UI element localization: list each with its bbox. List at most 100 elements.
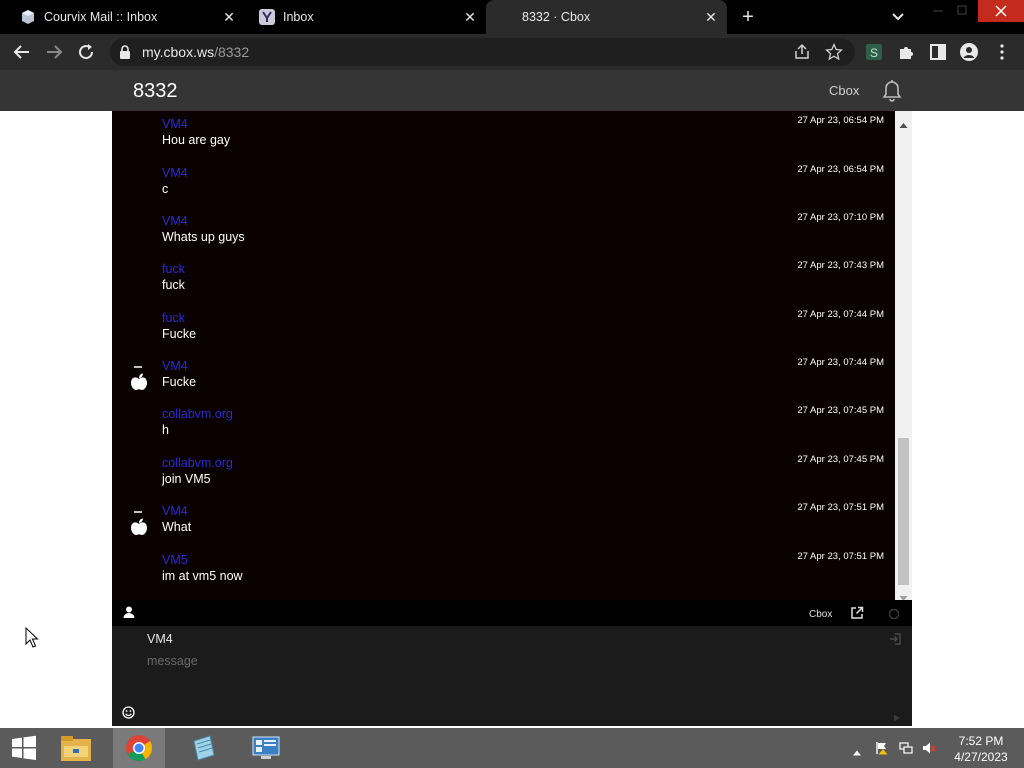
login-icon[interactable] — [889, 632, 901, 645]
message-timestamp: 27 Apr 23, 07:10 PM — [797, 212, 884, 223]
lock-icon[interactable] — [119, 45, 131, 59]
taskbar-file-explorer-icon[interactable] — [50, 728, 102, 768]
close-tab-icon[interactable]: ✕ — [221, 9, 237, 25]
nickname-field[interactable] — [147, 630, 847, 648]
message-text: join VM5 — [162, 472, 211, 486]
extension-s-icon[interactable]: S — [865, 43, 883, 61]
message-nick[interactable]: VM4 — [162, 504, 188, 518]
message-timestamp: 27 Apr 23, 07:44 PM — [797, 357, 884, 368]
message-nick[interactable]: VM4 — [162, 359, 188, 373]
message-input[interactable] — [147, 652, 847, 670]
chat-message: fuck Fucke 27 Apr 23, 07:44 PM — [112, 305, 895, 353]
forward-arrow-icon[interactable] — [44, 42, 64, 62]
message-nick[interactable]: fuck — [162, 262, 185, 276]
message-nick[interactable]: VM4 — [162, 214, 188, 228]
message-nick[interactable]: collabvm.org — [162, 456, 233, 470]
volume-muted-icon[interactable] — [922, 741, 936, 755]
tab-search-chevron-icon[interactable] — [889, 8, 907, 26]
message-text: What — [162, 520, 192, 534]
reload-icon[interactable] — [76, 42, 96, 62]
user-icon[interactable] — [122, 605, 136, 619]
scroll-up-arrow-icon[interactable] — [899, 116, 908, 128]
clock-date: 4/27/2023 — [954, 750, 1008, 764]
cbox-toolbar — [112, 600, 912, 626]
cbox-brand-link[interactable]: Cbox — [829, 83, 859, 98]
share-icon[interactable] — [793, 43, 811, 61]
taskbar-chrome-icon[interactable] — [113, 728, 165, 768]
close-tab-icon[interactable]: ✕ — [462, 9, 478, 25]
close-tab-icon[interactable]: ✕ — [703, 9, 719, 25]
close-window-icon[interactable] — [978, 0, 1024, 22]
courvix-favicon-icon — [20, 9, 36, 25]
bookmark-star-icon[interactable] — [824, 42, 844, 61]
send-arrow-icon[interactable] — [893, 709, 901, 722]
svg-text:S: S — [870, 46, 878, 60]
chat-message: VM4 c 27 Apr 23, 06:54 PM — [112, 160, 895, 208]
chat-message: collabvm.org join VM5 27 Apr 23, 07:45 P… — [112, 450, 895, 498]
action-center-flag-icon[interactable] — [875, 741, 889, 755]
network-icon[interactable] — [899, 741, 913, 755]
message-text: Whats up guys — [162, 230, 245, 244]
message-timestamp: 27 Apr 23, 07:43 PM — [797, 260, 884, 271]
extensions-puzzle-icon[interactable] — [897, 43, 915, 61]
message-timestamp: 27 Apr 23, 06:54 PM — [797, 115, 884, 126]
message-timestamp: 27 Apr 23, 07:44 PM — [797, 309, 884, 320]
message-text: c — [162, 182, 169, 196]
yahoo-favicon-icon — [259, 9, 275, 25]
mouse-cursor-icon — [25, 626, 39, 649]
new-tab-plus-icon[interactable]: + — [738, 7, 758, 27]
maximize-window-icon[interactable] — [945, 0, 979, 22]
message-nick[interactable]: fuck — [162, 311, 185, 325]
chat-message: VM4 Hou are gay 27 Apr 23, 06:54 PM — [112, 111, 895, 159]
tab-title: Courvix Mail :: Inbox — [44, 10, 158, 24]
tab-title: 8332 · Cbox — [522, 10, 591, 24]
browser-tab-inbox[interactable]: Inbox ✕ — [245, 0, 486, 34]
taskbar-control-panel-icon[interactable] — [240, 728, 292, 768]
message-text: Fucke — [162, 327, 197, 341]
back-arrow-icon[interactable] — [12, 42, 32, 62]
status-circle-icon[interactable] — [888, 607, 900, 620]
tab-title: Inbox — [283, 10, 314, 24]
show-hidden-icons-chevron-icon[interactable] — [852, 744, 862, 756]
message-nick[interactable]: collabvm.org — [162, 407, 233, 421]
message-text: fuck — [162, 278, 185, 292]
chat-message: VM4 Fucke 27 Apr 23, 07:44 PM — [112, 353, 895, 401]
apple-avatar-icon — [128, 510, 150, 536]
message-timestamp: 27 Apr 23, 07:51 PM — [797, 551, 884, 562]
chat-message: VM4 What 27 Apr 23, 07:51 PM — [112, 498, 895, 546]
url-text[interactable]: my.cbox.ws/8332 — [142, 44, 249, 60]
taskbar-clock[interactable]: 7:52 PM 4/27/2023 — [946, 733, 1016, 765]
chat-scrollbar-thumb[interactable] — [898, 438, 909, 585]
clock-time: 7:52 PM — [958, 734, 1004, 748]
browser-menu-icon[interactable] — [995, 43, 1009, 61]
profile-icon[interactable] — [960, 43, 978, 61]
message-nick[interactable]: VM4 — [162, 166, 188, 180]
message-timestamp: 27 Apr 23, 07:45 PM — [797, 454, 884, 465]
cbox-title: 8332 — [133, 80, 178, 102]
message-text: im at vm5 now — [162, 569, 243, 583]
message-text: Fucke — [162, 375, 197, 389]
chat-message: collabvm.org h 27 Apr 23, 07:45 PM — [112, 401, 895, 449]
notification-bell-icon[interactable] — [880, 78, 904, 104]
chat-message: VM5 im at vm5 now 27 Apr 23, 07:51 PM — [112, 547, 895, 595]
cbox-footer-link[interactable]: Cbox — [809, 609, 832, 620]
url-path: /8332 — [214, 44, 250, 60]
side-panel-icon[interactable] — [929, 43, 947, 61]
message-timestamp: 27 Apr 23, 07:51 PM — [797, 502, 884, 513]
message-nick[interactable]: VM5 — [162, 553, 188, 567]
message-text: h — [162, 423, 169, 437]
emoji-smiley-icon[interactable] — [122, 706, 135, 719]
start-button-windows-icon[interactable] — [0, 728, 48, 768]
browser-tab-cbox[interactable]: 8332 · Cbox ✕ — [486, 0, 727, 34]
apple-avatar-icon — [128, 365, 150, 391]
message-nick[interactable]: VM4 — [162, 117, 188, 131]
popout-external-link-icon[interactable] — [850, 606, 864, 620]
url-host: my.cbox.ws — [142, 44, 215, 60]
message-timestamp: 27 Apr 23, 07:45 PM — [797, 405, 884, 416]
chat-message-list[interactable]: VM4 Hou are gay 27 Apr 23, 06:54 PM VM4 … — [112, 111, 895, 600]
message-text: Hou are gay — [162, 133, 231, 147]
chat-message: fuck fuck 27 Apr 23, 07:43 PM — [112, 256, 895, 304]
taskbar-notepad-icon[interactable] — [177, 728, 229, 768]
scroll-down-arrow-icon[interactable] — [899, 589, 908, 601]
browser-tab-courvix[interactable]: Courvix Mail :: Inbox ✕ — [0, 0, 245, 34]
